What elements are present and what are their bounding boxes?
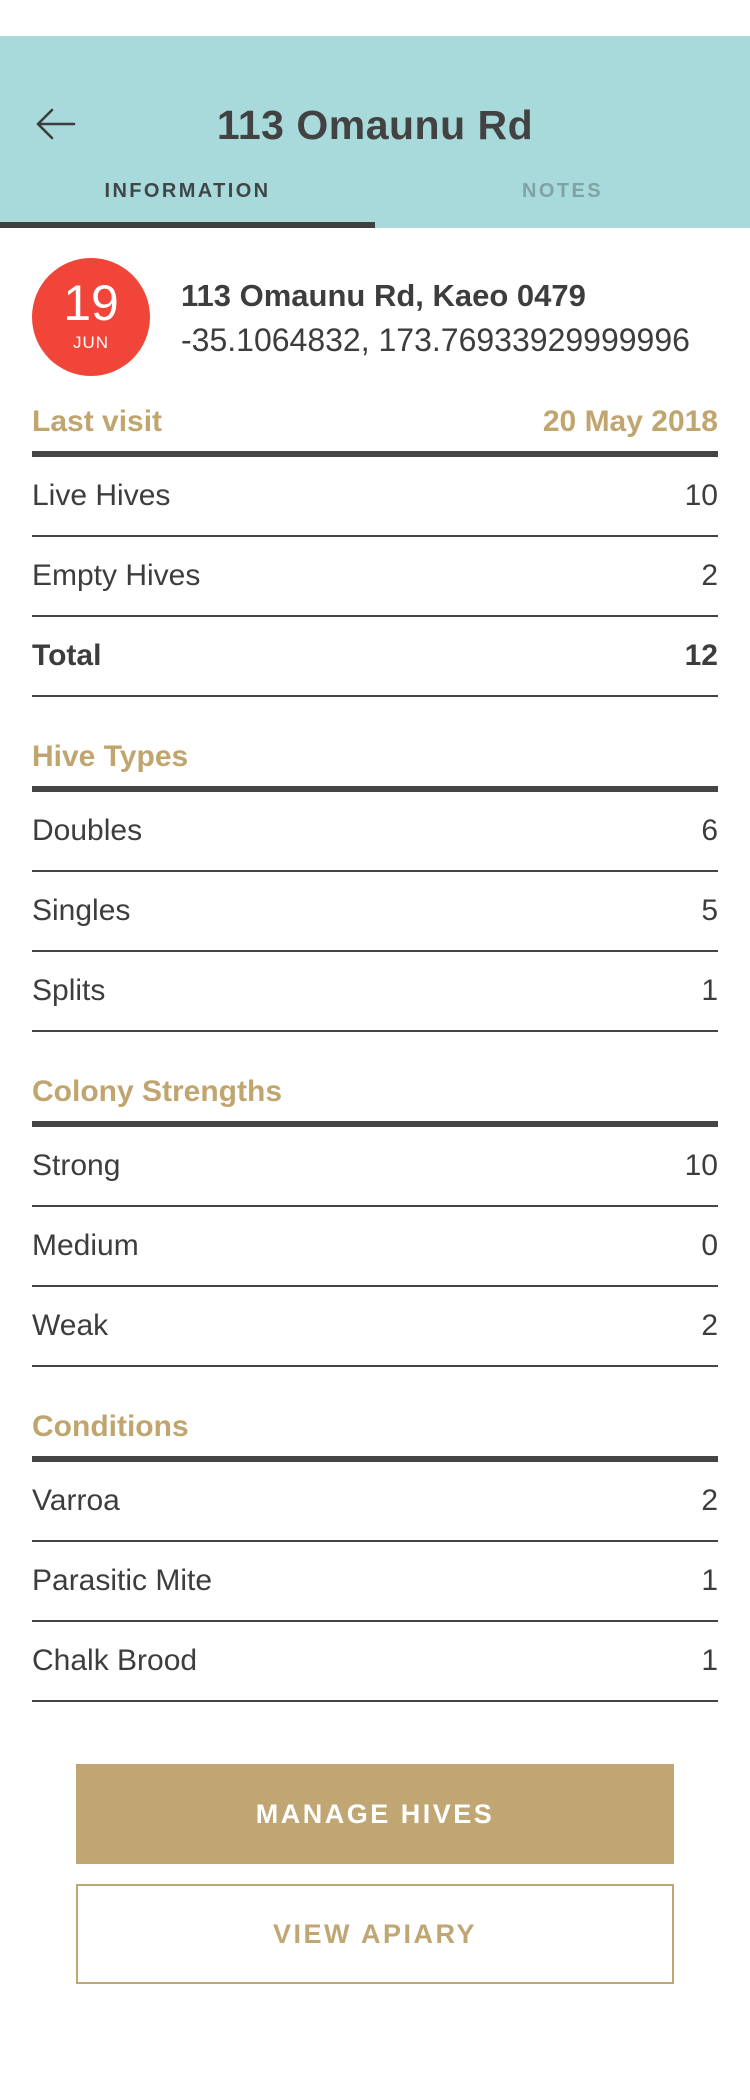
list-item: Varroa 2 [32, 1462, 718, 1542]
list-item: Splits 1 [32, 952, 718, 1032]
tab-bar: INFORMATION NOTES [0, 162, 750, 228]
row-value: 12 [684, 639, 718, 672]
row-value: 0 [701, 1229, 718, 1262]
section-hive-types: Hive Types Doubles 6 Singles 5 Splits 1 [32, 733, 718, 1032]
action-buttons: MANAGE HIVES VIEW APIARY [0, 1702, 750, 1984]
list-item: Parasitic Mite 1 [32, 1542, 718, 1622]
date-day: 19 [63, 275, 119, 331]
list-item: Singles 5 [32, 872, 718, 952]
total-row: Total 12 [32, 617, 718, 697]
list-item: Empty Hives 2 [32, 537, 718, 617]
status-bar [0, 0, 750, 36]
info-content: Last visit 20 May 2018 Live Hives 10 Emp… [0, 398, 750, 1702]
apiary-address: 113 Omaunu Rd, Kaeo 0479 [181, 278, 586, 313]
list-item: Doubles 6 [32, 792, 718, 872]
section-colony-strengths: Colony Strengths Strong 10 Medium 0 Weak… [32, 1068, 718, 1367]
tab-notes[interactable]: NOTES [375, 162, 750, 228]
section-heading: Last visit 20 May 2018 [32, 398, 718, 457]
section-title: Last visit [32, 405, 163, 438]
list-item: Strong 10 [32, 1127, 718, 1207]
list-item: Chalk Brood 1 [32, 1622, 718, 1702]
row-value: 1 [701, 974, 718, 1007]
tab-information[interactable]: INFORMATION [0, 162, 375, 228]
section-heading: Conditions [32, 1403, 718, 1462]
row-label: Doubles [32, 814, 143, 847]
page-title: 113 Omaunu Rd [216, 102, 534, 148]
section-title: Hive Types [32, 740, 189, 773]
row-value: 2 [701, 559, 718, 592]
section-title: Conditions [32, 1410, 189, 1443]
row-label: Live Hives [32, 479, 171, 512]
section-last-visit: Last visit 20 May 2018 Live Hives 10 Emp… [32, 398, 718, 697]
row-label: Varroa [32, 1484, 120, 1517]
row-label: Medium [32, 1229, 139, 1262]
row-label: Splits [32, 974, 106, 1007]
last-visit-date: 20 May 2018 [542, 405, 718, 438]
row-value: 1 [701, 1644, 718, 1677]
view-apiary-button[interactable]: VIEW APIARY [76, 1884, 674, 1984]
date-badge: 19 JUN [32, 258, 150, 376]
row-value: 6 [701, 814, 718, 847]
app-header: 113 Omaunu Rd INFORMATION NOTES [0, 36, 750, 228]
row-value: 10 [684, 1149, 718, 1182]
list-item: Live Hives 10 [32, 457, 718, 537]
row-value: 2 [701, 1484, 718, 1517]
section-conditions: Conditions Varroa 2 Parasitic Mite 1 Cha… [32, 1403, 718, 1702]
row-label: Chalk Brood [32, 1644, 198, 1677]
section-heading: Colony Strengths [32, 1068, 718, 1127]
apiary-coordinates: -35.1064832, 173.76933929999996 [181, 322, 690, 358]
row-label: Parasitic Mite [32, 1564, 213, 1597]
row-value: 2 [701, 1309, 718, 1342]
row-label: Weak [32, 1309, 109, 1342]
row-value: 5 [701, 894, 718, 927]
row-label: Total [32, 639, 102, 672]
row-value: 1 [701, 1564, 718, 1597]
row-value: 10 [684, 479, 718, 512]
row-label: Empty Hives [32, 559, 201, 592]
manage-hives-button[interactable]: MANAGE HIVES [76, 1764, 674, 1864]
list-item: Weak 2 [32, 1287, 718, 1367]
apiary-summary: 19 JUN 113 Omaunu Rd, Kaeo 0479 -35.1064… [0, 228, 750, 398]
list-item: Medium 0 [32, 1207, 718, 1287]
section-title: Colony Strengths [32, 1075, 283, 1108]
row-label: Singles [32, 894, 131, 927]
date-month: JUN [72, 333, 110, 352]
section-heading: Hive Types [32, 733, 718, 792]
row-label: Strong [32, 1149, 121, 1182]
